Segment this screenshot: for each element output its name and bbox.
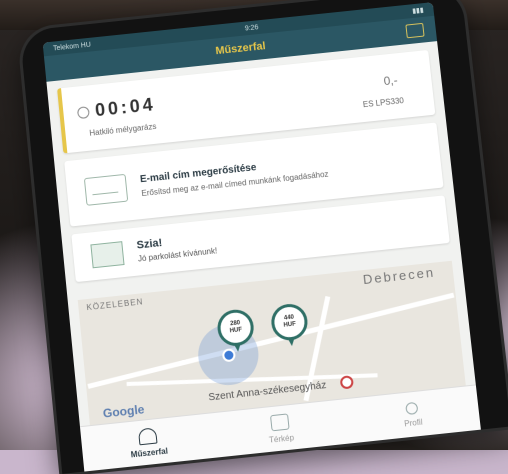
phone-screen: Telekom HU 9:26 ▮▮▮ Műszerfal 00:04 0,- … — [42, 2, 481, 472]
session-zone: Hatkiló mélygarázs — [89, 121, 157, 138]
page-title: Műszerfal — [214, 40, 267, 58]
session-plate: ES LPS330 — [362, 96, 405, 110]
timer-value: 00:04 — [94, 94, 157, 121]
map-icon — [269, 412, 290, 431]
gauge-icon — [137, 426, 158, 445]
tab-label: Térkép — [268, 432, 295, 445]
clock-icon — [76, 105, 90, 119]
map-road — [87, 292, 455, 389]
tab-label: Profil — [403, 417, 423, 428]
person-icon — [405, 401, 419, 415]
greeting-illustration-icon — [90, 241, 125, 269]
tab-label: Műszerfal — [130, 445, 169, 459]
map-city-label: Debrecen — [362, 264, 436, 288]
poi-marker-icon — [339, 375, 354, 390]
wallet-icon[interactable] — [405, 22, 425, 39]
clock-label: 9:26 — [244, 23, 259, 32]
session-timer: 00:04 — [76, 94, 157, 123]
envelope-icon — [83, 173, 129, 206]
carrier-label: Telekom HU — [52, 41, 92, 52]
google-attribution: Google — [102, 402, 146, 421]
battery-icon: ▮▮▮ — [411, 7, 425, 16]
phone: Telekom HU 9:26 ▮▮▮ Műszerfal 00:04 0,- … — [19, 0, 508, 474]
session-price: 0,- — [382, 73, 399, 89]
nearby-label: KÖZELEBEN — [86, 297, 144, 313]
